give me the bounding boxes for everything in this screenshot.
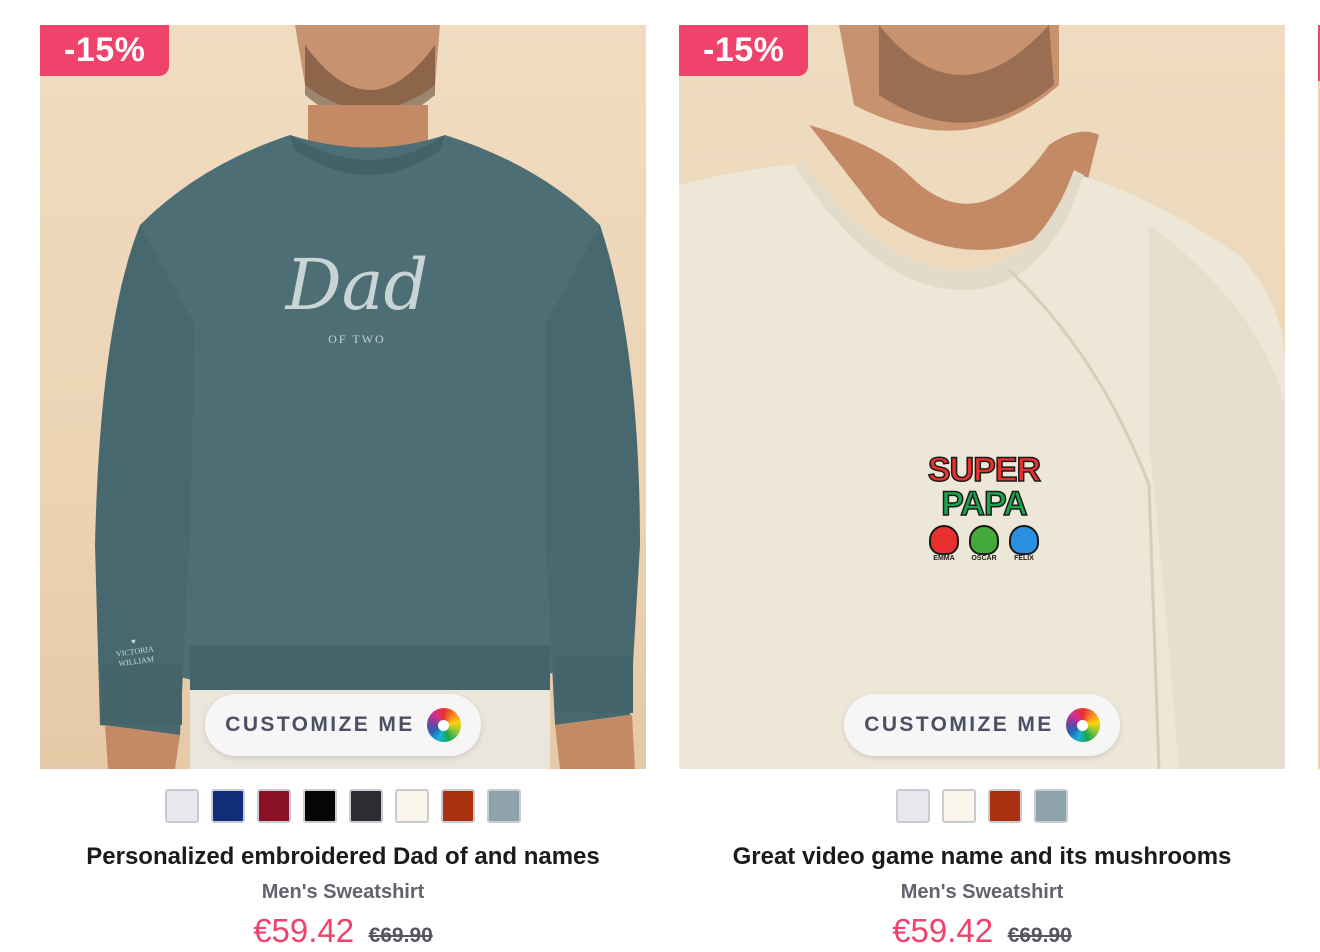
print-text: Dad — [285, 244, 429, 326]
product-card[interactable]: SUPER PAPA EMMA OSCAR FELIX -15% CUSTOMI… — [679, 25, 1285, 950]
mushroom-name: OSCAR — [971, 555, 997, 562]
sale-price: €59.42 — [892, 912, 994, 949]
price-row: €59.42 €69.90 — [40, 912, 646, 950]
color-swatch[interactable] — [487, 789, 521, 823]
product-card[interactable]: Dad OF TWO ♥ VICTORIA WILLIAM -15% CUSTO… — [40, 25, 646, 950]
discount-badge: -15% — [40, 25, 170, 76]
product-type: Men's Sweatshirt — [900, 881, 1064, 903]
product-image[interactable]: Dad OF TWO ♥ VICTORIA WILLIAM -15% CUSTO… — [40, 25, 646, 769]
print-line-2: PAPA — [941, 485, 1029, 523]
customize-label: CUSTOMIZE ME — [864, 713, 1054, 736]
color-swatch[interactable] — [988, 789, 1022, 823]
customize-label: CUSTOMIZE ME — [225, 713, 415, 736]
mushroom-name: EMMA — [933, 555, 955, 562]
product-type: Men's Sweatshirt — [261, 881, 425, 903]
product-title[interactable]: Personalized embroidered Dad of and name… — [40, 843, 646, 871]
color-swatch[interactable] — [257, 789, 291, 823]
color-swatch[interactable] — [395, 789, 429, 823]
customize-button[interactable]: CUSTOMIZE ME — [205, 694, 481, 756]
print-line-1: SUPER — [927, 451, 1042, 489]
product-title[interactable]: Great video game name and its mushrooms — [679, 843, 1285, 871]
color-swatches — [679, 789, 1285, 823]
discount-badge: -15% — [679, 25, 809, 76]
color-swatch[interactable] — [349, 789, 383, 823]
original-price: €69.90 — [368, 924, 433, 947]
print-design: SUPER PAPA EMMA OSCAR FELIX — [904, 451, 1064, 562]
color-swatch[interactable] — [211, 789, 245, 823]
product-image[interactable]: SUPER PAPA EMMA OSCAR FELIX -15% CUSTOMI… — [679, 25, 1285, 769]
mushroom-icon — [929, 525, 959, 555]
color-swatch[interactable] — [942, 789, 976, 823]
color-swatches — [40, 789, 646, 823]
print-design: Dad OF TWO — [272, 240, 442, 347]
mushroom-icon — [969, 525, 999, 555]
color-swatch[interactable] — [441, 789, 475, 823]
print-subtext: OF TWO — [328, 332, 386, 346]
color-swatch[interactable] — [1034, 789, 1068, 823]
color-swatch[interactable] — [896, 789, 930, 823]
price-row: €59.42 €69.90 — [679, 912, 1285, 950]
sale-price: €59.42 — [253, 912, 355, 949]
mushroom-name: FELIX — [1014, 555, 1034, 562]
mushroom-icon — [1009, 525, 1039, 555]
original-price: €69.90 — [1007, 924, 1072, 947]
color-wheel-icon — [426, 708, 461, 742]
color-swatch[interactable] — [165, 789, 199, 823]
color-swatch[interactable] — [303, 789, 337, 823]
color-wheel-icon — [1065, 708, 1100, 742]
customize-button[interactable]: CUSTOMIZE ME — [844, 694, 1120, 756]
